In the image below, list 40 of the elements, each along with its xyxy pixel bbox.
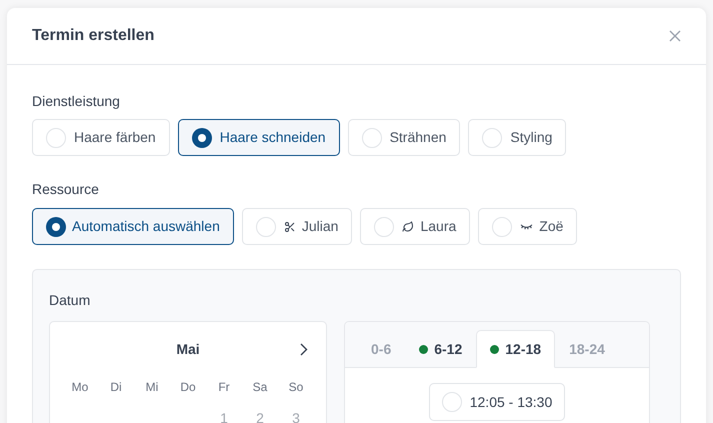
- weekday-label: Fr: [217, 379, 231, 396]
- weekday-label: Do: [179, 379, 197, 396]
- dialog-title: Termin erstellen: [32, 26, 154, 46]
- weekday-label: Mi: [144, 379, 160, 396]
- time-slot[interactable]: 12:05 - 13:30: [428, 383, 566, 421]
- resource-option[interactable]: Zoë: [478, 208, 578, 245]
- radio-button[interactable]: [46, 216, 66, 236]
- resource-option[interactable]: Laura: [360, 208, 470, 245]
- month-label: Mai: [176, 340, 200, 358]
- section-label: Ressource: [32, 180, 100, 199]
- calendar-day: 1: [206, 408, 242, 423]
- close-icon[interactable]: [669, 30, 681, 42]
- service-option[interactable]: Styling: [468, 119, 566, 156]
- weekday-label: So: [288, 379, 304, 396]
- radio-button[interactable]: [46, 128, 66, 148]
- leaf-icon: [402, 220, 414, 232]
- resource-option[interactable]: Automatisch auswählen: [32, 208, 234, 245]
- section-label: Datum: [49, 291, 92, 310]
- time-tab[interactable]: 6-12: [405, 330, 476, 368]
- resource-option[interactable]: Julian: [242, 208, 352, 245]
- radio-button[interactable]: [362, 128, 382, 148]
- radio-button[interactable]: [192, 128, 212, 148]
- radio-button[interactable]: [442, 392, 462, 412]
- service-option[interactable]: Haare färben: [32, 119, 170, 156]
- radio-button[interactable]: [256, 216, 276, 236]
- section-label: Dienstleistung: [32, 92, 121, 111]
- weekday-label: Di: [109, 379, 123, 396]
- weekday-label: Mo: [70, 379, 90, 396]
- calendar-day: 3: [278, 408, 314, 423]
- weekday-label: Sa: [252, 379, 268, 396]
- radio-button[interactable]: [482, 128, 502, 148]
- radio-button[interactable]: [374, 216, 394, 236]
- closed-eye-icon: [520, 222, 534, 232]
- chevron-right-icon[interactable]: [300, 342, 308, 356]
- time-tab[interactable]: 12-18: [476, 330, 556, 368]
- service-option[interactable]: Strähnen: [348, 119, 460, 156]
- scissors-icon: [284, 220, 296, 232]
- service-option[interactable]: Haare schneiden: [178, 119, 340, 156]
- radio-button[interactable]: [492, 216, 512, 236]
- calendar-day: 2: [242, 408, 278, 423]
